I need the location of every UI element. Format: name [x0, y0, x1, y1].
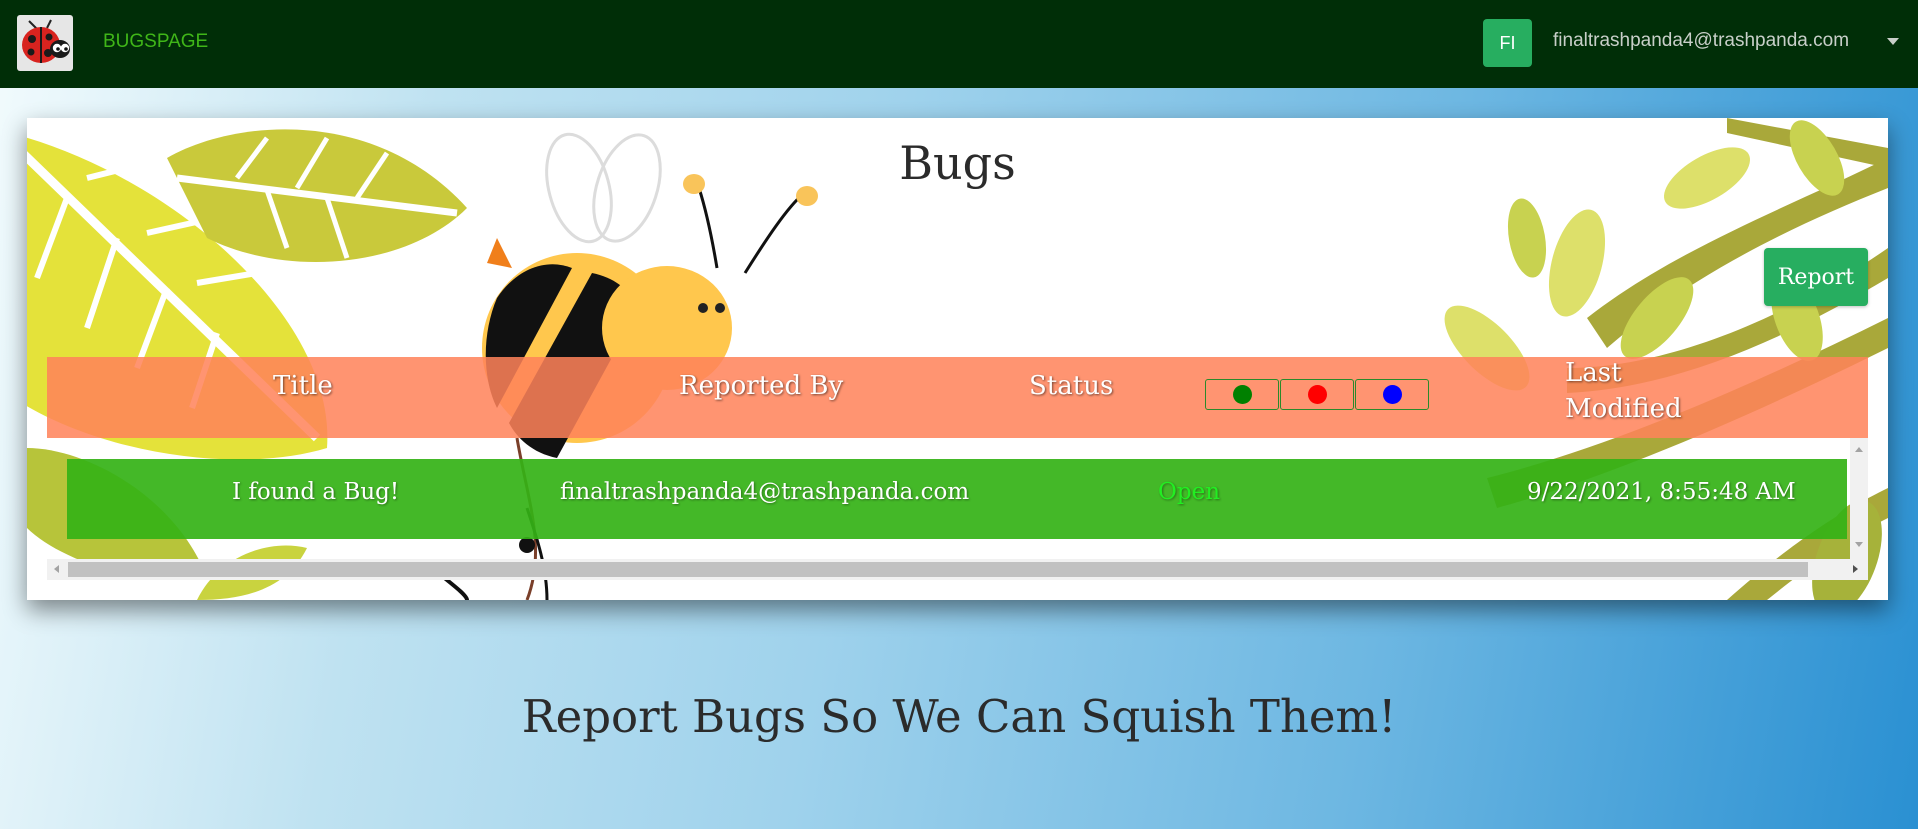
table-header: Title Reported By Status Last Modified: [47, 357, 1868, 438]
scroll-down-icon[interactable]: [1855, 542, 1863, 547]
bugs-table-body: I found a Bug! finaltrashpanda4@trashpan…: [47, 438, 1868, 580]
status-filter-green[interactable]: [1205, 379, 1279, 410]
report-bug-button[interactable]: Report: [1764, 248, 1868, 306]
status-filter-blue[interactable]: [1355, 379, 1429, 410]
column-header-reported-by: Reported By: [679, 371, 844, 401]
scroll-up-icon[interactable]: [1855, 447, 1863, 452]
status-filter-red[interactable]: [1280, 379, 1354, 410]
column-header-last-modified: Last Modified: [1565, 358, 1682, 424]
column-header-status: Status: [1029, 371, 1114, 401]
column-header-title: Title: [273, 371, 333, 401]
scrollbar-thumb[interactable]: [68, 562, 1808, 577]
green-dot-icon: [1232, 385, 1252, 404]
brand-link[interactable]: BUGSPAGE: [103, 31, 208, 53]
bug-reporter-cell: finaltrashpanda4@trashpanda.com: [560, 479, 970, 505]
user-menu-toggle[interactable]: finaltrashpanda4@trashpanda.com: [1553, 30, 1849, 52]
tagline-heading: Report Bugs So We Can Squish Them!: [521, 690, 1397, 743]
ladybug-icon[interactable]: [17, 15, 73, 71]
scroll-left-icon[interactable]: [54, 565, 59, 573]
chevron-down-icon[interactable]: [1887, 38, 1899, 45]
vertical-scrollbar[interactable]: [1850, 438, 1868, 559]
red-dot-icon: [1307, 385, 1327, 404]
table-row[interactable]: I found a Bug! finaltrashpanda4@trashpan…: [67, 459, 1847, 539]
bug-title-cell: I found a Bug!: [232, 479, 400, 505]
scroll-right-icon[interactable]: [1853, 565, 1858, 573]
bugs-card: Bugs Report Title Reported By Status Las…: [27, 118, 1888, 600]
horizontal-scrollbar[interactable]: [47, 559, 1868, 580]
bug-last-modified-cell: 9/22/2021, 8:55:48 AM: [1527, 479, 1796, 505]
user-avatar[interactable]: FI: [1483, 19, 1532, 67]
bug-status-cell: Open: [1158, 479, 1221, 505]
top-navbar: BUGSPAGE FI finaltrashpanda4@trashpanda.…: [0, 0, 1918, 88]
status-filters: [1205, 379, 1429, 410]
page-title: Bugs: [899, 136, 1016, 190]
blue-dot-icon: [1382, 385, 1402, 404]
